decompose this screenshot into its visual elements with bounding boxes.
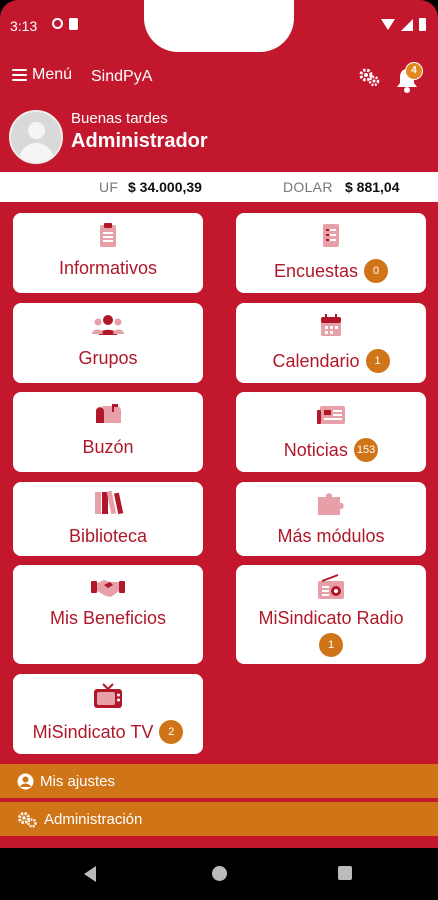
tile-buzon-label-row: Buzón <box>13 437 203 458</box>
hamburger-icon <box>12 69 27 81</box>
battery-icon <box>419 18 426 31</box>
tile-buzon-label: Buzón <box>82 437 134 457</box>
tile-informativos-label-row: Informativos <box>13 258 203 279</box>
mis-ajustes-button[interactable]: Mis ajustes <box>0 764 438 798</box>
list-icon <box>323 224 339 247</box>
sim-icon <box>69 18 78 30</box>
tile-mas-modulos-label: Más módulos <box>277 526 385 546</box>
tile-grupos[interactable]: Grupos <box>13 303 203 383</box>
books-icon <box>95 490 124 515</box>
tile-mis-beneficios[interactable]: Mis Beneficios <box>13 565 203 664</box>
system-nav-bar <box>0 848 438 900</box>
tile-radio-label-row: MiSindicato Radio <box>236 608 426 629</box>
user-header: Buenas tardes Administrador <box>0 102 438 172</box>
tile-calendario[interactable]: Calendario 1 <box>236 303 426 383</box>
tile-misindicato-tv[interactable]: MiSindicato TV 2 <box>13 674 203 754</box>
mailbox-icon <box>96 404 121 423</box>
tile-biblioteca-label-row: Biblioteca <box>13 526 203 547</box>
greeting: Buenas tardes <box>71 110 168 127</box>
app-screen: 3:13 Menú SindPyA 4 Buenas tardes Admini… <box>0 0 438 900</box>
avatar-body <box>19 143 54 162</box>
avatar[interactable] <box>9 110 63 164</box>
notifications-button[interactable]: 4 <box>394 62 424 93</box>
gears-icon <box>18 811 37 828</box>
mis-ajustes-label: Mis ajustes <box>40 772 116 790</box>
user-name: Administrador <box>71 130 208 152</box>
tile-biblioteca[interactable]: Biblioteca <box>13 482 203 556</box>
notification-dot-icon <box>52 18 63 29</box>
home-icon[interactable] <box>212 866 227 881</box>
puzzle-icon <box>318 493 344 515</box>
calendar-icon <box>321 314 341 336</box>
tile-calendario-label-row: Calendario 1 <box>236 349 426 373</box>
uf-label: UF <box>99 179 119 195</box>
dolar-value: $ 881,04 <box>345 179 400 195</box>
back-icon[interactable] <box>84 866 96 882</box>
gears-icon <box>359 68 380 87</box>
tile-buzon[interactable]: Buzón <box>13 392 203 472</box>
administracion-label: Administración <box>44 810 143 828</box>
tile-radio-badge-row: 1 <box>236 633 426 657</box>
tile-mas-modulos-label-row: Más módulos <box>236 526 426 547</box>
tile-mis-beneficios-label: Mis Beneficios <box>49 608 167 628</box>
wifi-icon <box>381 19 395 30</box>
tile-encuestas-label-row: Encuestas 0 <box>236 259 426 283</box>
tile-biblioteca-label: Biblioteca <box>68 526 148 546</box>
camera-notch <box>144 0 294 52</box>
recents-icon[interactable] <box>338 866 352 880</box>
tile-encuestas-label: Encuestas <box>273 260 359 281</box>
tile-noticias-label-row: Noticias 153 <box>236 438 426 462</box>
newspaper-icon <box>317 406 345 424</box>
user-circle-icon <box>17 773 34 789</box>
app-title: SindPyA <box>91 68 153 85</box>
uf-value: $ 34.000,39 <box>128 179 202 195</box>
tile-grupos-label: Grupos <box>78 348 138 368</box>
status-icons-left <box>52 18 78 30</box>
tile-calendario-label: Calendario <box>272 350 360 371</box>
tile-noticias[interactable]: Noticias 153 <box>236 392 426 472</box>
tile-misindicato-tv-label: MiSindicato TV <box>32 721 154 742</box>
menu-button[interactable]: Menú <box>12 66 72 84</box>
tile-noticias-label: Noticias <box>283 439 348 460</box>
signal-icon <box>401 18 413 31</box>
settings-button[interactable] <box>358 66 380 88</box>
status-icons-right <box>381 18 426 31</box>
noticias-count-badge: 153 <box>353 438 379 462</box>
tile-tv-label-row: MiSindicato TV 2 <box>13 720 203 744</box>
avatar-head <box>28 122 45 139</box>
tv-icon <box>94 683 122 708</box>
tile-grupos-label-row: Grupos <box>13 348 203 369</box>
tile-mas-modulos[interactable]: Más módulos <box>236 482 426 556</box>
dolar-label: DOLAR <box>283 179 333 195</box>
tile-encuestas[interactable]: Encuestas 0 <box>236 213 426 293</box>
menu-label: Menú <box>32 66 73 83</box>
tile-misindicato-radio[interactable]: MiSindicato Radio 1 <box>236 565 426 664</box>
administracion-button[interactable]: Administración <box>0 802 438 836</box>
currency-bar: UF $ 34.000,39 DOLAR $ 881,04 <box>0 172 438 202</box>
top-bar: Menú SindPyA 4 <box>0 52 438 102</box>
status-bar: 3:13 <box>0 0 438 52</box>
status-time: 3:13 <box>10 18 38 34</box>
tile-mis-beneficios-label-row: Mis Beneficios <box>13 608 203 629</box>
notification-count-badge: 4 <box>405 62 423 80</box>
users-icon <box>92 315 124 335</box>
calendario-count-badge: 1 <box>365 349 390 373</box>
tv-count-badge: 2 <box>159 720 184 744</box>
clipboard-icon <box>100 223 116 247</box>
radio-icon <box>318 574 344 599</box>
radio-count-badge: 1 <box>319 633 343 657</box>
encuestas-count-badge: 0 <box>364 259 389 283</box>
tile-informativos-label: Informativos <box>58 258 158 278</box>
tile-misindicato-radio-label: MiSindicato Radio <box>258 608 404 628</box>
tile-informativos[interactable]: Informativos <box>13 213 203 293</box>
handshake-icon <box>91 580 125 597</box>
